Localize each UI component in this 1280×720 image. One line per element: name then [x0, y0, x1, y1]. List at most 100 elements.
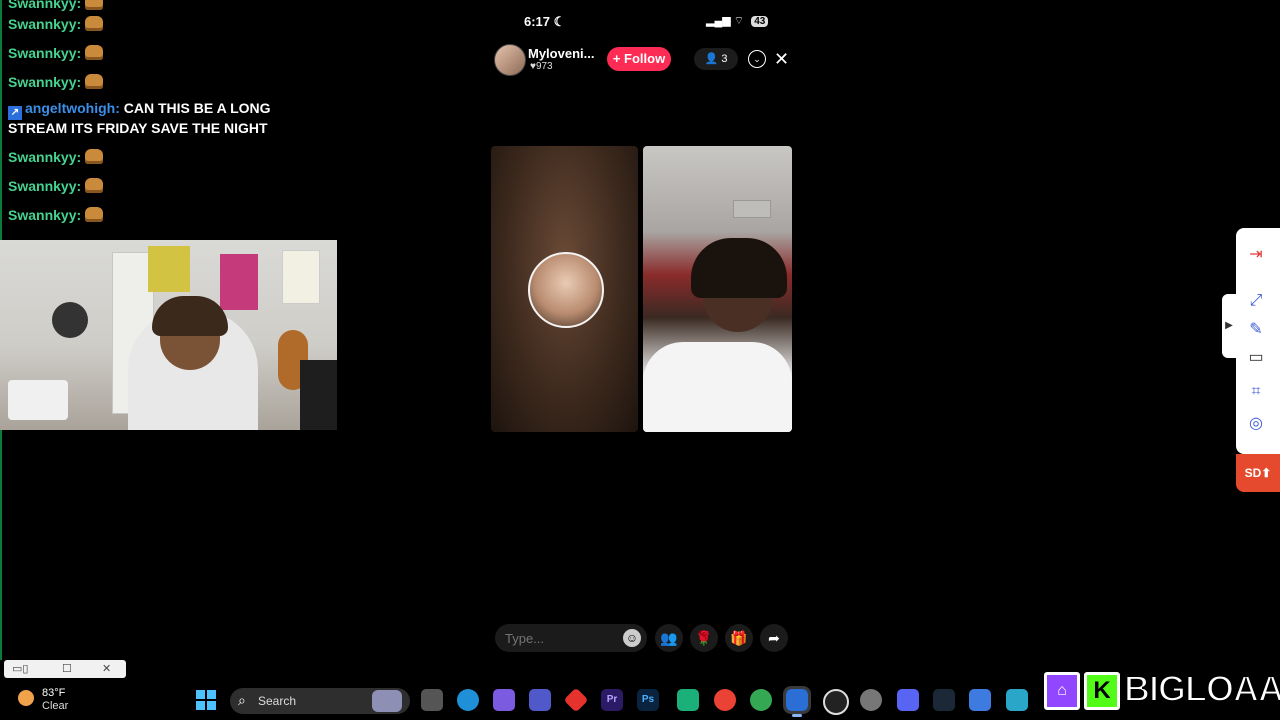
chat-username: Swannkyy:	[8, 149, 82, 165]
host-hair	[691, 238, 787, 298]
search-icon: ⌕	[238, 692, 246, 708]
chat-message-continued: STREAM ITS FRIDAY SAVE THE NIGHT	[8, 118, 268, 138]
sd-label: SD	[1244, 466, 1262, 480]
chat-username: Swannkyy:	[8, 45, 82, 61]
weather-icon[interactable]	[18, 690, 34, 706]
green-app-icon[interactable]	[677, 689, 699, 711]
gear-icon[interactable]	[860, 689, 882, 711]
chat-username: angeltwohigh:	[25, 100, 120, 116]
side-toolbar-toggle[interactable]: ▶	[1222, 294, 1236, 358]
bread-emote-icon	[85, 178, 104, 193]
app-label: Pr	[606, 694, 618, 705]
webcam-fan	[52, 302, 88, 338]
exit-icon[interactable]: ⇥	[1244, 243, 1268, 267]
people-icon[interactable]: 👥	[655, 624, 683, 652]
blue-app-icon[interactable]	[969, 689, 991, 711]
chat-username: Swannkyy:	[8, 16, 82, 32]
photoshop-icon[interactable]: Ps	[637, 689, 659, 711]
guest-avatar	[528, 252, 604, 328]
rose-icon[interactable]: 🌹	[690, 624, 718, 652]
host-video-tile[interactable]	[643, 146, 792, 432]
moon-icon: ☾	[553, 14, 566, 29]
bread-emote-icon	[85, 0, 104, 10]
emoji-icon[interactable]: ☺	[623, 629, 641, 647]
people-icon: 👤	[704, 53, 719, 65]
obs-icon[interactable]	[823, 689, 849, 715]
maximize-icon[interactable]: ☐	[62, 660, 72, 678]
discord-icon[interactable]	[897, 689, 919, 711]
chat-overlay: Swannkyy: Swannkyy: Swannkyy: Swannkyy: …	[0, 0, 300, 238]
twitch-logo-icon: ⌂	[1044, 672, 1080, 710]
host-likes: ♥973	[530, 61, 553, 72]
copilot-icon[interactable]	[493, 689, 515, 711]
gift-icon[interactable]: 🎁	[725, 624, 753, 652]
status-icons: ▂▄▆ ⌔ 43	[706, 14, 769, 28]
likes-count: 973	[535, 61, 553, 72]
close-icon[interactable]: ✕	[102, 660, 111, 678]
record-icon[interactable]: ◎	[1244, 412, 1268, 436]
file-explorer-icon[interactable]	[421, 689, 443, 711]
sd-quality-button[interactable]: SD⬆	[1236, 454, 1280, 492]
pen-icon[interactable]: ✎	[1244, 318, 1268, 342]
app-label: Ps	[641, 694, 655, 705]
wifi-icon: ⌔	[733, 15, 745, 27]
crop-icon[interactable]: ⌗	[1244, 380, 1268, 404]
chat-message: ↗ angeltwohigh: CAN THIS BE A LONG	[8, 98, 271, 120]
chat-username: Swannkyy:	[8, 74, 82, 90]
weather-temperature[interactable]: 83°F	[42, 687, 65, 699]
signal-icon: ▂▄▆	[706, 15, 731, 27]
chat-message: Swannkyy:	[8, 205, 104, 225]
host-name[interactable]: Myloveni...	[528, 46, 594, 61]
battery-icon: 43	[751, 16, 769, 27]
chat-message: Swannkyy:	[8, 43, 104, 63]
bread-emote-icon	[85, 16, 104, 31]
chat-username: Swannkyy:	[8, 207, 82, 223]
chat-message: Swannkyy:	[8, 14, 104, 34]
time-text: 6:17	[524, 14, 551, 29]
bread-emote-icon	[85, 74, 104, 89]
steam-icon[interactable]	[933, 689, 955, 711]
teams-icon[interactable]	[529, 689, 551, 711]
follow-button[interactable]: + Follow	[607, 47, 671, 71]
red-app-icon[interactable]	[563, 687, 589, 713]
chat-message: Swannkyy:	[8, 0, 104, 13]
chat-text: CAN THIS BE A LONG	[123, 100, 271, 116]
webcam-poster	[148, 246, 190, 292]
chrome-profile-icon[interactable]	[750, 689, 772, 711]
share-icon[interactable]: ➦	[760, 624, 788, 652]
cyan-app-icon[interactable]	[1006, 689, 1028, 711]
windows-start-icon[interactable]	[196, 690, 216, 710]
host-shirt	[643, 342, 792, 432]
premiere-pro-icon[interactable]: Pr	[601, 689, 623, 711]
bread-emote-icon	[85, 207, 104, 222]
active-app-icon[interactable]	[783, 686, 811, 714]
search-label: Search	[258, 694, 297, 708]
expand-icon[interactable]: ⤢	[1244, 289, 1268, 313]
bread-emote-icon	[85, 45, 104, 60]
ceiling-vent	[733, 200, 771, 218]
bread-emote-icon	[85, 149, 104, 164]
restore-icon[interactable]: ▭▯	[12, 660, 28, 678]
weather-condition[interactable]: Clear	[42, 700, 68, 712]
webcam-poster	[220, 254, 258, 310]
chat-username: Swannkyy:	[8, 178, 82, 194]
viewer-count: 3	[721, 53, 728, 65]
webcam-person-hair	[152, 296, 228, 336]
status-time: 6:17 ☾	[524, 14, 565, 30]
chat-text: STREAM ITS FRIDAY SAVE THE NIGHT	[8, 120, 268, 136]
screen-icon[interactable]: ▭	[1244, 346, 1268, 370]
webcam-chair	[300, 360, 337, 430]
kick-logo-icon: K	[1084, 672, 1120, 710]
mini-window-controls: ▭▯ ☐ ✕	[4, 660, 126, 678]
chat-message: Swannkyy:	[8, 176, 104, 196]
close-icon[interactable]: ✕	[774, 48, 789, 70]
streamer-webcam	[0, 240, 337, 430]
webcam-box	[8, 380, 68, 420]
chrome-icon[interactable]	[714, 689, 736, 711]
chat-message: Swannkyy:	[8, 147, 104, 167]
viewer-count-pill[interactable]: 👤 3	[694, 48, 738, 70]
host-avatar[interactable]	[494, 44, 526, 76]
edge-icon[interactable]	[457, 689, 479, 711]
streamer-brand-name: BIGLOAAF	[1123, 667, 1280, 710]
chevron-down-icon[interactable]: ⌄	[748, 50, 766, 68]
